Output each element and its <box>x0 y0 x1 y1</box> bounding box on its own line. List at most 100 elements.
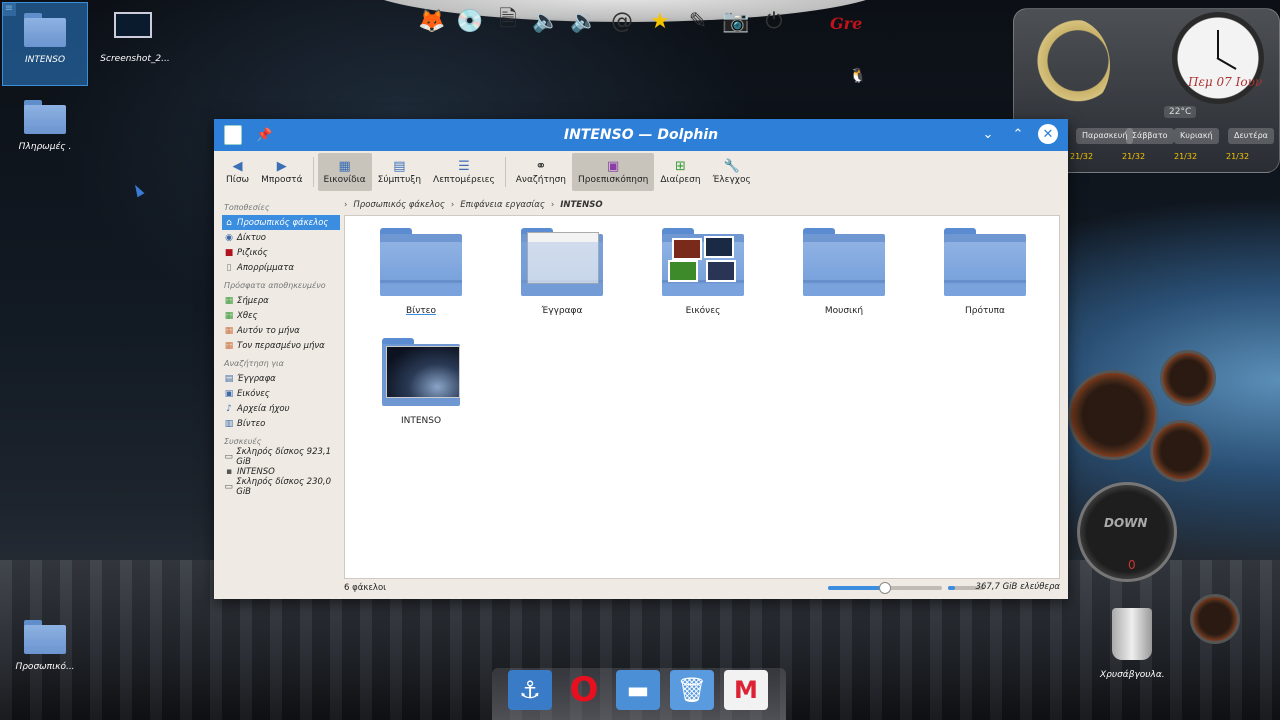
desktop-icon-intenso[interactable]: INTENSO <box>2 2 88 86</box>
moon-icon <box>1030 18 1110 113</box>
places-item-network[interactable]: ◉ Δίκτυο <box>222 230 340 245</box>
zoom-slider[interactable] <box>828 582 942 594</box>
file-item[interactable]: Πρότυπα <box>925 216 1045 316</box>
zoom-slider-handle[interactable] <box>879 582 891 594</box>
maximize-button[interactable]: ⌃ <box>1008 124 1028 144</box>
places-item-today[interactable]: ▦ Σήμερα <box>222 293 340 308</box>
file-name: Μουσική <box>824 306 864 316</box>
free-space: 367,7 GiB ελεύθερα <box>975 582 1060 592</box>
folder-dock-icon[interactable]: ▬ <box>616 670 660 710</box>
places-item-trash[interactable]: ▯ Απορρίμματα <box>222 260 340 275</box>
window-title: INTENSO — Dolphin <box>563 127 719 143</box>
file-item[interactable]: Βίντεο <box>361 216 481 316</box>
places-item-yesterday[interactable]: ▦ Χθες <box>222 308 340 323</box>
root-folder-icon: ■ <box>224 247 234 258</box>
trash-icon[interactable] <box>1112 608 1152 660</box>
details-view-button[interactable]: ☰ Λεπτομέρειες <box>427 153 501 191</box>
arrow-right-icon: ▶ <box>276 159 287 174</box>
places-header: Συσκευές <box>224 437 262 446</box>
breadcrumb-item[interactable]: Επιφάνεια εργασίας <box>460 200 545 210</box>
search-button[interactable]: ⚭ Αναζήτηση <box>510 153 572 191</box>
places-item-home[interactable]: ⌂ Προσωπικός φάκελος <box>222 215 340 230</box>
documents-folder-icon <box>521 228 603 296</box>
speaker-icon[interactable]: 🔈 <box>529 4 563 38</box>
places-item-search-audio[interactable]: ♪ Αρχεία ήχου <box>222 401 340 416</box>
gauge-label: DOWN <box>1104 516 1148 530</box>
close-button[interactable]: ✕ <box>1038 124 1058 144</box>
forward-button[interactable]: ▶ Μπροστά <box>255 153 308 191</box>
places-header: Αναζήτηση για <box>224 359 284 368</box>
preview-button[interactable]: ▣ Προεπισκόπηση <box>572 153 655 191</box>
volume-icon[interactable]: 🔉 <box>567 4 601 38</box>
places-item-last-month[interactable]: ▦ Τον περασμένο μήνα <box>222 338 340 353</box>
trash-dock-icon[interactable]: 🗑 <box>670 670 714 710</box>
back-button[interactable]: ◀ Πίσω <box>220 153 255 191</box>
desktop-icon-label: Χρυσάβγουλα. <box>1100 670 1165 680</box>
places-item-disk-1[interactable]: ▭ Σκληρός δίσκος 923,1 GiB <box>222 447 340 467</box>
document-icon[interactable]: 🗎 <box>491 4 525 38</box>
wrench-icon: 🔧 <box>723 159 740 174</box>
desktop-icon-screenshot[interactable]: Screenshot_2... <box>92 2 178 86</box>
desktop-icon-label: Screenshot_2... <box>100 54 170 64</box>
icons-view-icon: ▦ <box>338 159 351 174</box>
desktop-icon-home[interactable]: Προσωπικό... <box>2 610 88 686</box>
pencil-icon[interactable]: ✎ <box>681 4 715 38</box>
folder-icon <box>24 100 66 134</box>
gmail-icon[interactable]: M <box>724 670 768 710</box>
places-item-search-images[interactable]: ▣ Εικόνες <box>222 386 340 401</box>
analog-clock <box>1172 12 1264 104</box>
star-icon[interactable]: ★ <box>643 4 677 38</box>
file-name: Έγγραφα <box>541 306 583 316</box>
binoculars-icon: ⚭ <box>535 159 547 174</box>
desktop-icon-label: Προσωπικό... <box>15 662 75 672</box>
control-button[interactable]: 🔧 Έλεγχος <box>707 153 757 191</box>
gimp-icon[interactable]: 🦊 <box>415 4 449 38</box>
video-folder-icon <box>380 228 462 296</box>
home-folder-icon <box>24 620 66 654</box>
mail-at-icon[interactable]: @ <box>605 4 639 38</box>
minimize-button[interactable]: ⌄ <box>978 124 998 144</box>
intenso-folder-icon <box>382 338 460 406</box>
anchor-icon[interactable]: ⚓ <box>508 670 552 710</box>
folder-icon <box>24 13 66 47</box>
file-item[interactable]: Εικόνες <box>643 216 763 316</box>
camera-icon[interactable]: 📷 <box>719 4 753 38</box>
desktop-icon-payments[interactable]: Πληρωμές . <box>2 90 88 166</box>
widget-temperature: 22°C <box>1164 106 1197 118</box>
places-item-search-documents[interactable]: ▤ Έγγραφα <box>222 371 340 386</box>
file-item[interactable]: INTENSO <box>361 326 481 426</box>
places-item-search-video[interactable]: ▥ Βίντεο <box>222 416 340 431</box>
network-icon: ◉ <box>225 232 233 243</box>
templates-folder-icon <box>944 228 1026 296</box>
switch-icon[interactable]: ⏻ <box>757 4 791 38</box>
small-gauge <box>1190 594 1240 644</box>
places-item-this-month[interactable]: ▦ Αυτόν το μήνα <box>222 323 340 338</box>
compact-view-button[interactable]: ▤ Σύμπτυξη <box>372 153 427 191</box>
file-item[interactable]: Έγγραφα <box>502 216 622 316</box>
titlebar[interactable]: 📌 INTENSO — Dolphin ⌄ ⌃ ✕ <box>214 119 1068 151</box>
harddisk-icon: ▭ <box>224 451 233 462</box>
preview-icon: ▣ <box>607 159 620 174</box>
split-button[interactable]: ⊞ Διαίρεση <box>654 153 706 191</box>
chevron-right-icon: › <box>344 200 348 210</box>
opera-icon[interactable]: O <box>562 670 606 710</box>
split-icon: ⊞ <box>675 159 686 174</box>
cd-icon[interactable]: 💿 <box>453 4 487 38</box>
icons-view-button[interactable]: ▦ Εικονίδια <box>317 153 372 191</box>
places-item-disk-2[interactable]: ▭ Σκληρός δίσκος 230,0 GiB <box>222 477 340 497</box>
breadcrumb-item[interactable]: Προσωπικός φάκελος <box>353 200 444 210</box>
file-view[interactable]: Βίντεο Έγγραφα Εικόνες Μουσική Πρότυπα I… <box>344 215 1060 579</box>
places-panel: Τοποθεσίες ⌂ Προσωπικός φάκελος ◉ Δίκτυο ■… <box>222 197 340 497</box>
folder-count: 6 φάκελοι <box>344 583 387 593</box>
calendar-icon: ▦ <box>224 325 234 336</box>
file-item[interactable]: Μουσική <box>784 216 904 316</box>
compact-view-icon: ▤ <box>393 159 406 174</box>
places-header: Πρόσφατα αποθηκευμένο <box>224 281 326 290</box>
details-view-icon: ☰ <box>458 159 470 174</box>
file-name: INTENSO <box>400 416 442 426</box>
dock-text: Gre <box>830 14 863 33</box>
tux-icon: 🐧 <box>849 68 867 84</box>
breadcrumb-current[interactable]: INTENSO <box>560 200 602 210</box>
places-item-root[interactable]: ■ Ριζικός <box>222 245 340 260</box>
calendar-icon: ▦ <box>224 340 234 351</box>
